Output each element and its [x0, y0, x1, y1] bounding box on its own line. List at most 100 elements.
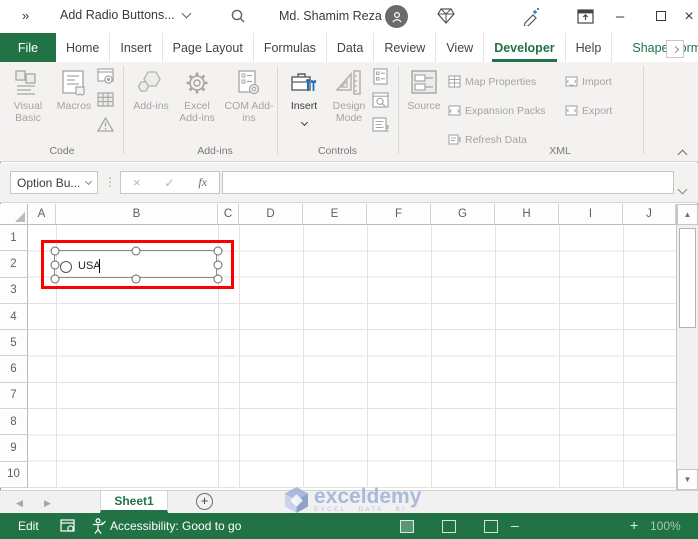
- tab-insert[interactable]: Insert: [110, 33, 163, 62]
- row-header-4[interactable]: 4: [0, 303, 28, 331]
- refresh-data-icon: [448, 134, 461, 145]
- grid-line: [623, 225, 624, 488]
- cancel-button[interactable]: ×: [133, 175, 141, 190]
- sheet-nav-right-button[interactable]: ▶: [44, 498, 51, 509]
- column-header-i[interactable]: I: [559, 204, 623, 225]
- design-mode-button[interactable]: Design Mode: [326, 66, 372, 142]
- quick-access-overflow-button[interactable]: »: [22, 8, 29, 23]
- properties-icon[interactable]: [372, 68, 389, 85]
- tab-shape-format[interactable]: Shape Format: [622, 33, 698, 62]
- resize-handle-top-middle[interactable]: [131, 246, 141, 256]
- column-header-c[interactable]: C: [218, 204, 239, 225]
- excel-add-ins-label: Excel Add-ins: [179, 100, 215, 124]
- resize-handle-bottom-left[interactable]: [50, 274, 60, 284]
- resize-handle-bottom-middle[interactable]: [131, 274, 141, 284]
- radio-button-circle[interactable]: [60, 261, 72, 273]
- column-header-e[interactable]: E: [303, 204, 367, 225]
- tab-formulas[interactable]: Formulas: [254, 33, 327, 62]
- column-header-j[interactable]: J: [623, 204, 676, 225]
- add-ins-label: Add-ins: [133, 100, 169, 112]
- map-properties-button[interactable]: Map Properties: [448, 75, 536, 88]
- formula-bar-more-handle[interactable]: ⋮: [104, 175, 116, 189]
- com-add-ins-button[interactable]: COM Add-ins: [223, 66, 275, 142]
- row-header-5[interactable]: 5: [0, 330, 28, 357]
- tab-view[interactable]: View: [436, 33, 485, 62]
- maximize-button[interactable]: [646, 0, 676, 33]
- new-sheet-button[interactable]: +: [196, 493, 213, 510]
- row-header-8[interactable]: 8: [0, 409, 28, 436]
- view-code-icon[interactable]: [372, 92, 389, 109]
- collapse-ribbon-button[interactable]: [677, 145, 691, 160]
- expand-formula-bar-button[interactable]: [677, 180, 688, 198]
- tab-review[interactable]: Review: [374, 33, 437, 62]
- add-ins-button[interactable]: Add-ins: [131, 66, 171, 142]
- column-header-a[interactable]: A: [28, 204, 56, 225]
- macros-button[interactable]: Macros: [52, 66, 96, 142]
- accessibility-status[interactable]: Accessibility: Good to go: [110, 519, 241, 533]
- row-header-9[interactable]: 9: [0, 435, 28, 462]
- row-header-3[interactable]: 3: [0, 277, 28, 304]
- resize-handle-top-right[interactable]: [213, 246, 223, 256]
- resize-handle-top-left[interactable]: [50, 246, 60, 256]
- zoom-in-button[interactable]: +: [630, 517, 638, 533]
- accessibility-icon[interactable]: [92, 518, 106, 534]
- excel-window: » Add Radio Buttons... Md. Shamim Reza –…: [0, 0, 698, 539]
- use-relative-references-icon[interactable]: [97, 92, 114, 109]
- tab-home[interactable]: Home: [56, 33, 111, 62]
- expansion-packs-button[interactable]: Expansion Packs: [448, 104, 546, 117]
- enter-button[interactable]: ✓: [164, 176, 174, 190]
- column-header-b[interactable]: B: [56, 204, 218, 225]
- row-header-7[interactable]: 7: [0, 382, 28, 410]
- macro-security-icon[interactable]: [97, 116, 114, 133]
- normal-view-button[interactable]: [400, 520, 414, 533]
- formula-input[interactable]: [222, 171, 674, 194]
- editor-wand-icon[interactable]: [522, 7, 541, 26]
- import-button[interactable]: Import: [565, 75, 612, 88]
- insert-function-button[interactable]: fx: [198, 175, 207, 190]
- tab-overflow-button[interactable]: [666, 40, 684, 58]
- column-header-f[interactable]: F: [367, 204, 431, 225]
- premium-diamond-icon[interactable]: [437, 8, 455, 24]
- ribbon-display-options-icon[interactable]: [577, 9, 594, 24]
- name-box[interactable]: Option Bu...: [10, 171, 98, 194]
- export-button[interactable]: Export: [565, 104, 612, 117]
- record-macro-icon[interactable]: [97, 68, 114, 85]
- sheet-nav-left-button[interactable]: ◀: [16, 498, 23, 509]
- resize-handle-middle-right[interactable]: [213, 260, 223, 270]
- run-dialog-icon[interactable]: [372, 116, 389, 133]
- column-header-g[interactable]: G: [431, 204, 495, 225]
- page-layout-view-button[interactable]: [442, 520, 456, 533]
- column-header-h[interactable]: H: [495, 204, 559, 225]
- tab-file[interactable]: File: [0, 33, 56, 62]
- tab-data[interactable]: Data: [327, 33, 375, 62]
- excel-add-ins-button[interactable]: Excel Add-ins: [173, 66, 221, 142]
- minimize-button[interactable]: –: [605, 0, 635, 33]
- sheet-tab-sheet1[interactable]: Sheet1: [100, 491, 168, 513]
- macro-recording-icon[interactable]: [60, 519, 75, 533]
- row-header-2[interactable]: 2: [0, 251, 28, 278]
- scroll-up-button[interactable]: ▲: [677, 204, 698, 225]
- search-icon[interactable]: [230, 8, 246, 24]
- column-header-d[interactable]: D: [239, 204, 303, 225]
- row-header-6[interactable]: 6: [0, 356, 28, 383]
- visual-basic-button[interactable]: Visual Basic: [6, 66, 50, 142]
- scroll-down-button[interactable]: ▼: [677, 469, 698, 490]
- close-button[interactable]: ×: [680, 0, 698, 33]
- radio-button-label[interactable]: USA: [78, 260, 101, 272]
- avatar[interactable]: [385, 5, 408, 28]
- zoom-level[interactable]: 100%: [650, 519, 681, 533]
- resize-handle-middle-left[interactable]: [50, 260, 60, 270]
- tab-developer[interactable]: Developer: [484, 33, 566, 62]
- resize-handle-bottom-right[interactable]: [213, 274, 223, 284]
- tab-page-layout[interactable]: Page Layout: [163, 33, 254, 62]
- vertical-scrollbar[interactable]: ▲ ▼: [677, 204, 698, 490]
- row-header-10[interactable]: 10: [0, 461, 28, 488]
- source-button[interactable]: Source: [402, 66, 446, 142]
- vertical-scroll-thumb[interactable]: [679, 228, 696, 328]
- row-header-1[interactable]: 1: [0, 225, 28, 252]
- page-break-view-button[interactable]: [484, 520, 498, 533]
- workbook-title-dropdown[interactable]: Add Radio Buttons...: [60, 8, 192, 22]
- insert-controls-button[interactable]: Insert: [284, 66, 324, 142]
- zoom-out-button[interactable]: –: [511, 517, 519, 533]
- tab-help[interactable]: Help: [566, 33, 613, 62]
